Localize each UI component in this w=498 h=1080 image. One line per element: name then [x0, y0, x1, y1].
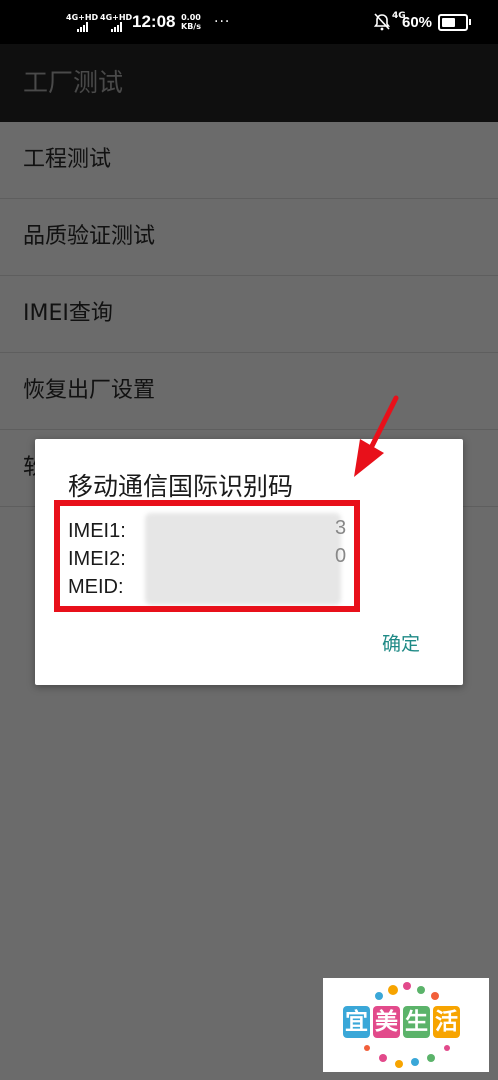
battery-percent: 60%	[402, 13, 433, 31]
menu-item-imei-query[interactable]: IMEI查询	[0, 276, 498, 353]
watermark-char: 生	[403, 1006, 430, 1038]
dialog-title: 移动通信国际识别码	[68, 472, 294, 501]
more-notifications-icon: ···	[214, 14, 231, 30]
menu-item-engineering-test[interactable]: 工程测试	[0, 122, 498, 199]
signal-bars-icon	[76, 21, 88, 32]
status-bar: 4G+HD 4G+HD 12:08 0.00 KB/s ··· 4G 60%	[0, 0, 498, 44]
menu-item-quality-test[interactable]: 品质验证测试	[0, 199, 498, 276]
watermark-logo: 宜美生活	[323, 978, 489, 1072]
watermark-char: 宜	[343, 1006, 370, 1038]
sim2-label: 4G+HD	[100, 12, 133, 22]
red-arrow-icon	[354, 395, 399, 477]
mute-bell-icon	[374, 0, 390, 44]
speed-unit: KB/s	[181, 22, 201, 31]
watermark-char: 活	[433, 1006, 460, 1038]
menu-item-factory-reset[interactable]: 恢复出厂设置	[0, 353, 498, 430]
speed-value: 0.00	[181, 13, 201, 22]
watermark-char: 美	[373, 1006, 400, 1038]
signal-bars-icon	[110, 21, 122, 32]
sim1-signal: 4G+HD	[66, 0, 98, 44]
sim2-signal: 4G+HD	[100, 0, 132, 44]
clock: 12:08	[132, 12, 176, 31]
ok-button[interactable]: 确定	[382, 629, 420, 656]
battery-icon	[438, 0, 471, 44]
page-title: 工厂测试	[23, 68, 124, 97]
app-bar: 工厂测试	[0, 44, 498, 122]
sim1-label: 4G+HD	[66, 12, 99, 22]
highlight-box	[54, 500, 360, 612]
watermark-text: 宜美生活	[343, 1006, 460, 1038]
network-speed: 0.00 KB/s	[181, 0, 201, 44]
